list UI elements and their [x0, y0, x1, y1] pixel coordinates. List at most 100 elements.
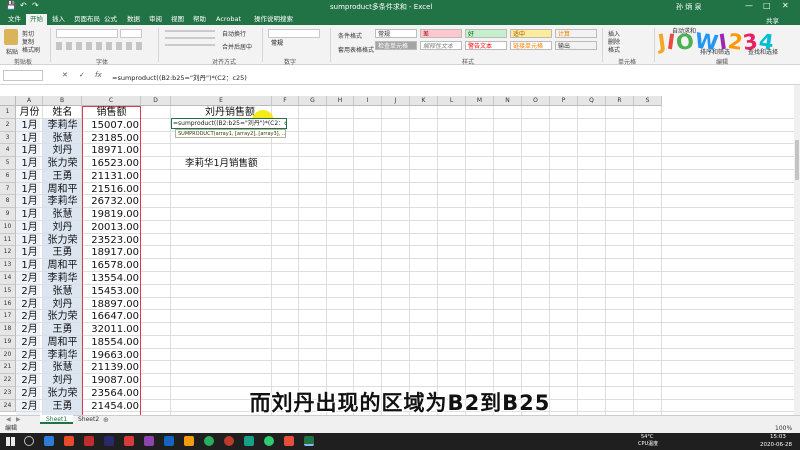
column-header-I[interactable]: I	[354, 96, 382, 106]
maximize-button[interactable]: □	[763, 1, 771, 10]
cell-month[interactable]: 1月	[16, 144, 43, 157]
cell-E5[interactable]: 李莉华1月销售额	[185, 157, 258, 170]
cell-name[interactable]: 王勇	[43, 170, 82, 183]
column-header-Q[interactable]: Q	[578, 96, 606, 106]
save-icon[interactable]: 💾	[6, 1, 16, 11]
share-button[interactable]: 共享	[766, 15, 779, 25]
column-header-M[interactable]: M	[466, 96, 494, 106]
tab-review[interactable]: 审阅	[145, 14, 166, 25]
cell-name[interactable]: 李莉华	[43, 195, 82, 208]
table-format-button[interactable]: 套用表格格式	[338, 45, 374, 54]
style-check-cell[interactable]: 检查单元格	[375, 41, 417, 50]
cell-month[interactable]: 2月	[16, 298, 43, 311]
cell-name[interactable]: 周和平	[43, 183, 82, 196]
vertical-scrollbar[interactable]	[794, 85, 800, 415]
row-header-4[interactable]: 4	[0, 144, 16, 158]
cell-name[interactable]: 刘丹	[43, 221, 82, 234]
cell-name[interactable]: 周和平	[43, 336, 82, 349]
sheet-tab-sheet1[interactable]: Sheet1	[40, 415, 74, 424]
row-header-18[interactable]: 18	[0, 323, 16, 336]
style-explanatory[interactable]: 解释性文本	[420, 41, 462, 50]
record-icon[interactable]	[224, 436, 234, 446]
style-good[interactable]: 好	[465, 29, 507, 38]
cell-name[interactable]: 王勇	[43, 323, 82, 336]
cell-name[interactable]: 刘丹	[43, 298, 82, 311]
windows-start-icon[interactable]	[6, 437, 15, 446]
column-header-O[interactable]: O	[522, 96, 550, 106]
excel-icon[interactable]	[304, 436, 314, 446]
row-header-1[interactable]: 1	[0, 106, 16, 119]
font-size-dropdown[interactable]	[120, 29, 142, 38]
column-header-S[interactable]: S	[634, 96, 662, 106]
app-icon-4[interactable]	[144, 436, 154, 446]
paste-button[interactable]: 粘贴	[6, 47, 18, 56]
cell-sales[interactable]: 18917.00	[82, 246, 139, 259]
merge-center-button[interactable]: 合并后居中	[222, 42, 252, 51]
cell-month[interactable]: 1月	[16, 195, 43, 208]
undo-icon[interactable]: ↶	[20, 1, 27, 11]
cell-month[interactable]: 2月	[16, 285, 43, 298]
row-header-9[interactable]: 9	[0, 208, 16, 221]
cell-sales[interactable]: 18554.00	[82, 336, 139, 349]
formula-enter-button[interactable]: ✓	[79, 71, 85, 79]
column-header-N[interactable]: N	[494, 96, 522, 106]
cell-sales[interactable]: 21131.00	[82, 170, 139, 183]
column-header-H[interactable]: H	[327, 96, 354, 106]
clock-time[interactable]: 15:03	[770, 434, 786, 441]
worksheet-grid[interactable]: ABCDEFGHIJKLMNOPQRS 1 2 3 4 5 6 7 8 9 10 11 12 13 14 1…	[0, 85, 794, 415]
row-header-21[interactable]: 21	[0, 361, 16, 375]
column-header-A[interactable]: A	[16, 96, 43, 106]
column-header-K[interactable]: K	[410, 96, 438, 106]
number-format-dropdown[interactable]: 常规	[268, 29, 320, 47]
tab-home[interactable]: 开始	[26, 14, 47, 25]
cell-month[interactable]: 1月	[16, 132, 43, 145]
row-header-2[interactable]: 2	[0, 118, 16, 132]
cell-month[interactable]: 1月	[16, 246, 43, 259]
cell-sales[interactable]: 23185.00	[82, 132, 139, 145]
sheet-nav-left-icon[interactable]: ◀	[6, 416, 11, 423]
wrap-text-button[interactable]: 自动换行	[222, 29, 246, 38]
style-bad[interactable]: 差	[420, 29, 462, 38]
column-header-F[interactable]: F	[272, 96, 299, 106]
app-icon-5[interactable]	[244, 436, 254, 446]
row-header-7[interactable]: 7	[0, 182, 16, 196]
cell-sales[interactable]: 32011.00	[82, 323, 139, 336]
cell-sales[interactable]: 16578.00	[82, 259, 139, 272]
cell-month[interactable]: 1月	[16, 170, 43, 183]
redo-icon[interactable]: ↷	[32, 1, 39, 11]
cell-sales[interactable]: 19819.00	[82, 208, 139, 221]
cell-sales[interactable]: 13554.00	[82, 272, 139, 285]
search-icon[interactable]	[24, 436, 34, 446]
app-icon-6[interactable]	[284, 436, 294, 446]
cell-month[interactable]: 2月	[16, 374, 43, 387]
cell-C1[interactable]: 销售额	[82, 106, 141, 119]
cell-A1[interactable]: 月份	[16, 106, 43, 119]
row-header-3[interactable]: 3	[0, 131, 16, 145]
column-header-L[interactable]: L	[438, 96, 466, 106]
chrome-icon[interactable]	[204, 436, 214, 446]
cell-name[interactable]: 张力荣	[43, 234, 82, 247]
column-header-R[interactable]: R	[606, 96, 634, 106]
row-header-13[interactable]: 13	[0, 259, 16, 272]
row-header-10[interactable]: 10	[0, 220, 16, 234]
formula-cancel-button[interactable]: ✕	[62, 71, 68, 79]
task-view-icon[interactable]	[44, 436, 54, 446]
cell-month[interactable]: 2月	[16, 361, 43, 374]
style-calc[interactable]: 计算	[555, 29, 597, 38]
cell-sales[interactable]: 18971.00	[82, 144, 139, 157]
folder-icon[interactable]	[184, 436, 194, 446]
cell-month[interactable]: 1月	[16, 221, 43, 234]
photoshop-icon[interactable]	[164, 436, 174, 446]
cell-name[interactable]: 李莉华	[43, 349, 82, 362]
row-header-12[interactable]: 12	[0, 246, 16, 260]
cell-E2-editing[interactable]: =sumproduct((B2:b25="刘丹")*(C2：c25	[171, 118, 287, 129]
alignment-buttons[interactable]	[165, 30, 215, 50]
cell-name[interactable]: 刘丹	[43, 374, 82, 387]
row-header-11[interactable]: 11	[0, 233, 16, 247]
tab-help[interactable]: 帮助	[189, 14, 210, 25]
column-header-D[interactable]: D	[141, 96, 171, 106]
cell-name[interactable]: 周和平	[43, 259, 82, 272]
close-button[interactable]: ✕	[782, 1, 789, 10]
cell-sales[interactable]: 15453.00	[82, 285, 139, 298]
sheet-tab-sheet2[interactable]: Sheet2	[78, 416, 99, 424]
